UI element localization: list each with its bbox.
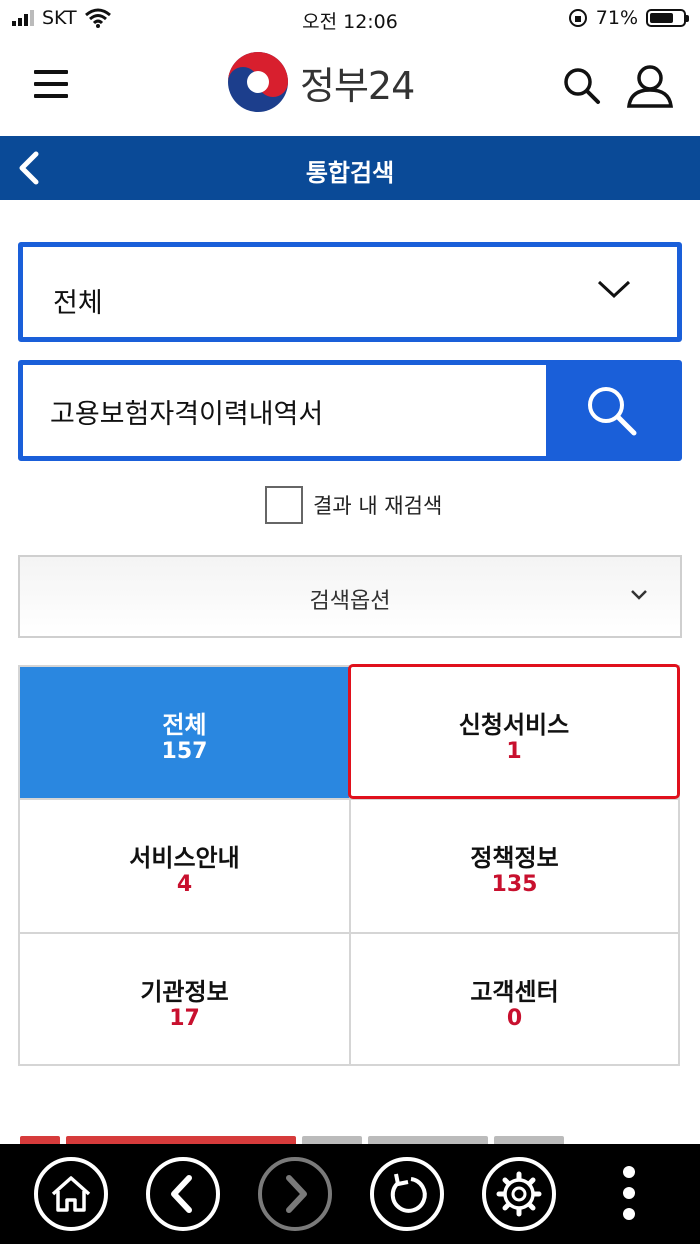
tab-label: 정책정보 — [470, 844, 559, 872]
app-header: 정부24 — [0, 36, 700, 136]
tab-application-services[interactable]: 신청서비스 1 — [348, 664, 680, 799]
tab-all[interactable]: 전체 157 — [20, 667, 349, 798]
search-button[interactable] — [546, 365, 677, 456]
status-bar: SKT 오전 12:06 71% — [0, 0, 700, 36]
battery-icon — [646, 9, 689, 27]
user-icon[interactable] — [626, 64, 674, 108]
gov24-logo[interactable]: 정부24 — [226, 50, 415, 114]
search-icon[interactable] — [562, 66, 602, 106]
home-button[interactable] — [34, 1157, 108, 1231]
result-category-grid: 전체 157 신청서비스 1 서비스안내 4 정책정보 135 기관정보 17 … — [18, 664, 680, 1066]
more-icon[interactable] — [612, 1166, 646, 1226]
forward-icon — [286, 1175, 307, 1213]
battery-percent: 71% — [595, 7, 638, 29]
back-button[interactable] — [146, 1157, 220, 1231]
tab-count: 0 — [506, 1006, 523, 1031]
tab-label: 신청서비스 — [458, 711, 570, 739]
tab-count: 4 — [176, 872, 193, 897]
nav-bar: 통합검색 — [0, 136, 700, 200]
search-options-label: 검색옵션 — [309, 589, 391, 614]
tab-label: 기관정보 — [140, 978, 229, 1006]
browser-toolbar — [0, 1144, 700, 1244]
tab-policy-info[interactable]: 정책정보 135 — [351, 800, 678, 932]
tab-count: 157 — [161, 739, 208, 764]
page-title: 통합검색 — [305, 159, 395, 187]
battery-fill — [650, 13, 673, 23]
chevron-down-icon — [597, 280, 631, 299]
tab-count: 135 — [491, 872, 538, 897]
reload-icon — [390, 1173, 427, 1213]
chevron-down-icon — [631, 590, 647, 600]
settings-button[interactable] — [482, 1157, 556, 1231]
research-checkbox[interactable] — [265, 486, 303, 524]
tab-count: 17 — [169, 1006, 200, 1031]
search-bar — [18, 360, 682, 461]
research-label: 결과 내 재검색 — [313, 494, 443, 518]
search-icon — [588, 387, 637, 436]
tab-label: 고객센터 — [470, 978, 559, 1006]
tab-customer-center[interactable]: 고객센터 0 — [351, 934, 678, 1064]
tab-service-guide[interactable]: 서비스안내 4 — [20, 800, 349, 932]
back-icon — [171, 1175, 192, 1213]
tab-agency-info[interactable]: 기관정보 17 — [20, 934, 349, 1064]
status-right: 71% — [568, 7, 689, 29]
home-icon — [51, 1176, 91, 1212]
tab-count: 1 — [506, 739, 522, 764]
search-options-toggle[interactable]: 검색옵션 — [18, 555, 682, 638]
reload-button[interactable] — [370, 1157, 444, 1231]
taegeuk-logo-icon — [228, 52, 288, 112]
menu-icon[interactable] — [34, 70, 68, 100]
forward-button[interactable] — [258, 1157, 332, 1231]
logo-text: 정부24 — [300, 63, 415, 108]
orientation-lock-icon — [568, 9, 587, 27]
tab-label: 서비스안내 — [129, 844, 240, 872]
category-value: 전체 — [53, 288, 103, 319]
research-within-results[interactable]: 결과 내 재검색 — [265, 486, 442, 524]
settings-icon — [496, 1171, 542, 1217]
category-select[interactable]: 전체 — [18, 242, 682, 342]
tab-label: 전체 — [162, 711, 207, 739]
search-input[interactable] — [48, 365, 552, 458]
